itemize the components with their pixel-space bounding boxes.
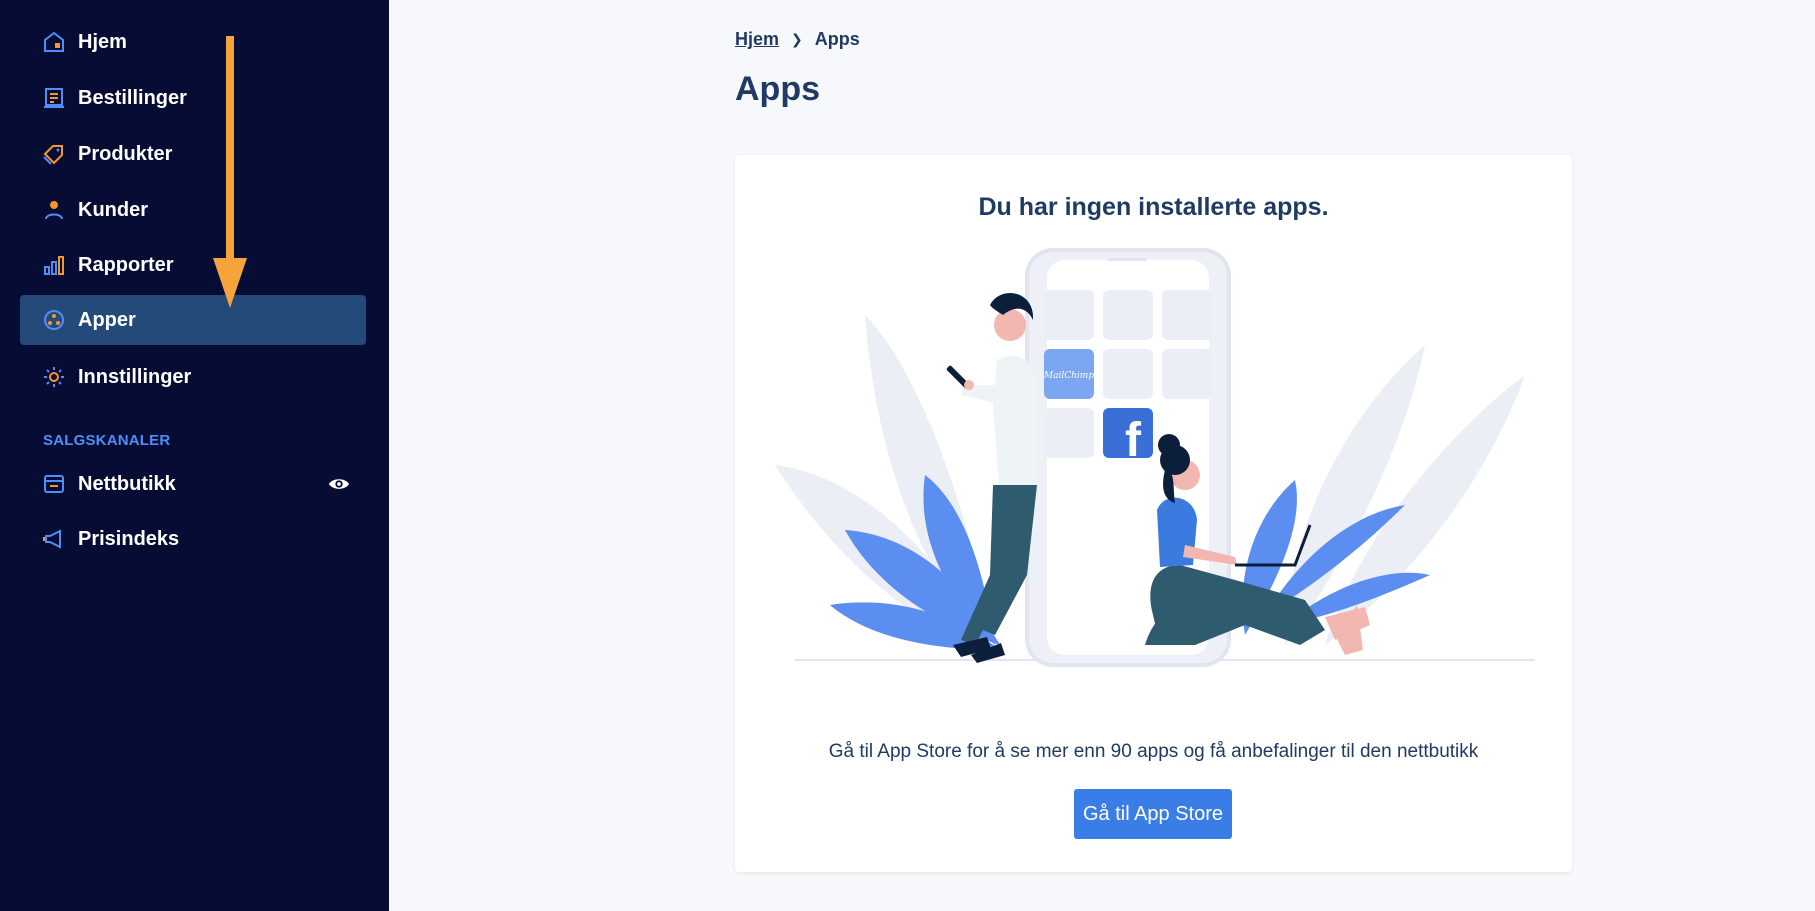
empty-state-heading: Du har ingen installerte apps. — [978, 193, 1329, 221]
sidebar-item-nettbutikk[interactable]: Nettbutikk — [20, 459, 366, 509]
gear-icon — [42, 365, 66, 389]
svg-text:MailChimp: MailChimp — [1043, 371, 1094, 381]
sidebar-item-hjem[interactable]: Hjem — [20, 17, 366, 67]
empty-apps-illustration: MailChimp f — [775, 248, 1535, 667]
sidebar-item-label: Kunder — [78, 198, 148, 221]
svg-text:f: f — [1125, 414, 1142, 467]
page-title: Apps — [735, 70, 820, 108]
sidebar-item-kunder[interactable]: Kunder — [20, 185, 366, 235]
go-to-app-store-button[interactable]: Gå til App Store — [1074, 789, 1232, 839]
sidebar-item-prisindeks[interactable]: Prisindeks — [20, 514, 366, 564]
sidebar-item-produkter[interactable]: Produkter — [20, 129, 366, 179]
home-icon — [42, 30, 66, 54]
empty-state-card: Du har ingen installerte apps. MailChimp… — [735, 155, 1572, 872]
sidebar-item-label: Innstillinger — [78, 365, 192, 388]
sidebar-item-rapporter[interactable]: Rapporter — [20, 240, 366, 290]
sidebar-item-label: Prisindeks — [78, 527, 180, 550]
breadcrumb-home-link[interactable]: Hjem — [735, 29, 779, 50]
person-icon — [42, 198, 66, 222]
sidebar-item-innstillinger[interactable]: Innstillinger — [20, 352, 366, 402]
sidebar-item-label: Hjem — [78, 30, 127, 53]
orders-icon — [42, 86, 66, 110]
chevron-right-icon: ❯ — [791, 31, 803, 47]
annotation-arrow — [213, 36, 247, 308]
sidebar: Hjem Bestillinger Produkter Kunder Rappo… — [0, 0, 389, 911]
breadcrumb-current: Apps — [814, 29, 860, 49]
sidebar-item-label: Produkter — [78, 142, 173, 165]
eye-icon[interactable] — [328, 473, 350, 495]
bar-chart-icon — [42, 253, 66, 277]
breadcrumb: Hjem ❯ Apps — [735, 29, 860, 50]
sidebar-item-label: Apper — [78, 308, 136, 331]
sidebar-item-label: Bestillinger — [78, 86, 187, 109]
sidebar-item-label: Nettbutikk — [78, 472, 176, 495]
storefront-icon — [42, 472, 66, 496]
empty-state-description: Gå til App Store for å se mer enn 90 app… — [828, 741, 1479, 762]
tag-icon — [42, 142, 66, 166]
sidebar-item-label: Rapporter — [78, 253, 174, 276]
sidebar-item-bestillinger[interactable]: Bestillinger — [20, 73, 366, 123]
section-title-salgskanaler: SALGSKANALER — [43, 432, 171, 449]
megaphone-icon — [42, 527, 66, 551]
apps-icon — [42, 308, 66, 332]
sidebar-item-apper[interactable]: Apper — [20, 295, 366, 345]
